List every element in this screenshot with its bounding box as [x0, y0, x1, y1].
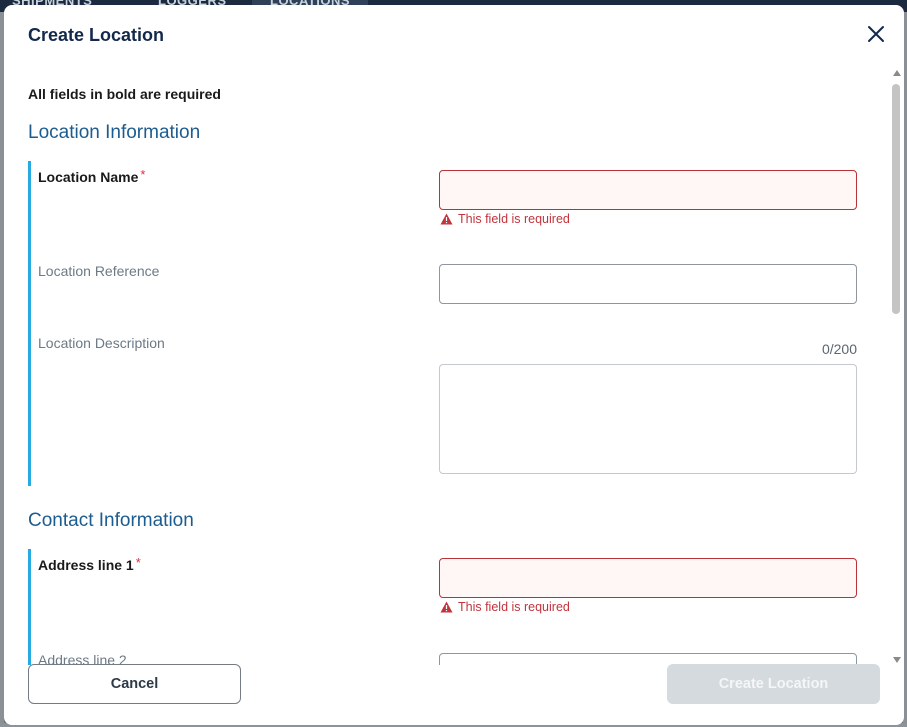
warning-icon — [440, 213, 453, 225]
location-info-accent-bar — [28, 161, 31, 486]
location-name-label: Location Name * — [38, 167, 146, 185]
location-name-input[interactable] — [439, 170, 857, 210]
address-line-1-input[interactable] — [439, 558, 857, 598]
dialog-title: Create Location — [28, 25, 165, 45]
location-reference-input[interactable] — [439, 264, 857, 304]
close-icon — [868, 26, 884, 42]
dialog-body: All fields in bold are required Location… — [4, 65, 890, 665]
create-location-dialog: Create Location All fields in bold are r… — [4, 5, 904, 725]
location-reference-label: Location Reference — [38, 263, 160, 279]
close-button[interactable] — [864, 22, 888, 46]
warning-icon — [440, 601, 453, 613]
contact-information-heading: Contact Information — [28, 510, 194, 531]
location-description-textarea[interactable] — [439, 364, 857, 474]
dialog-footer: Cancel Create Location — [4, 655, 904, 725]
create-location-button[interactable]: Create Location — [667, 664, 880, 704]
required-fields-note: All fields in bold are required — [28, 86, 221, 102]
contact-info-accent-bar — [28, 549, 31, 665]
cancel-button[interactable]: Cancel — [28, 664, 241, 704]
dialog-scrollbar[interactable] — [890, 68, 904, 665]
address-line-1-error: This field is required — [440, 600, 570, 614]
address-line-1-label: Address line 1 * — [38, 555, 141, 573]
location-name-error: This field is required — [440, 212, 570, 226]
required-asterisk: * — [135, 555, 141, 570]
required-asterisk: * — [140, 167, 146, 182]
location-information-heading: Location Information — [28, 122, 201, 143]
scrollbar-thumb[interactable] — [892, 84, 900, 314]
description-char-counter: 0/200 — [821, 341, 857, 357]
location-description-label: Location Description — [38, 335, 165, 351]
scroll-up-arrow-icon[interactable] — [893, 70, 901, 76]
